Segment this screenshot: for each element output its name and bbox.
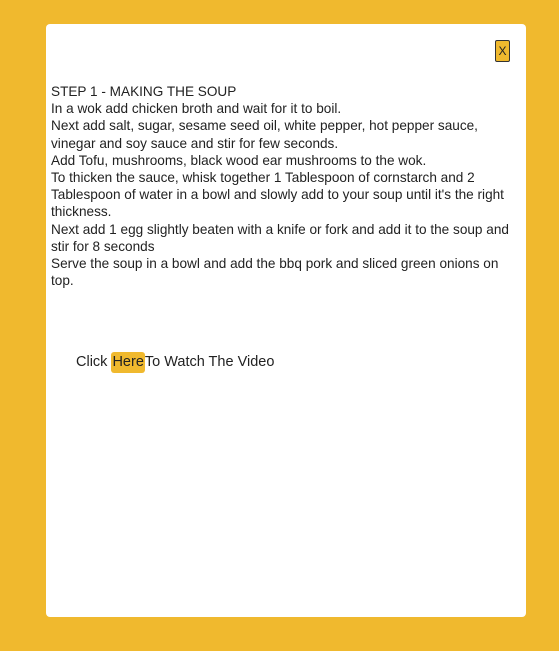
step-title: STEP 1 - MAKING THE SOUP: [51, 84, 237, 99]
recipe-instructions: STEP 1 - MAKING THE SOUP In a wok add ch…: [51, 83, 519, 289]
step-line: In a wok add chicken broth and wait for …: [51, 101, 342, 117]
step-line: Add Tofu, mushrooms, black wood ear mush…: [51, 152, 427, 168]
step-line: Serve the soup in a bowl and add the bbq…: [51, 256, 499, 289]
video-prompt: Click HereTo Watch The Video: [76, 352, 274, 373]
watch-video-link[interactable]: Here: [111, 352, 145, 373]
video-prompt-suffix: To Watch The Video: [144, 354, 275, 370]
step-line: Next add salt, sugar, sesame seed oil, w…: [51, 118, 478, 151]
close-button[interactable]: X: [495, 40, 510, 62]
recipe-modal: X STEP 1 - MAKING THE SOUP In a wok add …: [46, 24, 526, 617]
video-prompt-prefix: Click: [76, 354, 112, 370]
step-line: To thicken the sauce, whisk together 1 T…: [51, 170, 504, 220]
step-line: Next add 1 egg slightly beaten with a kn…: [51, 221, 509, 254]
